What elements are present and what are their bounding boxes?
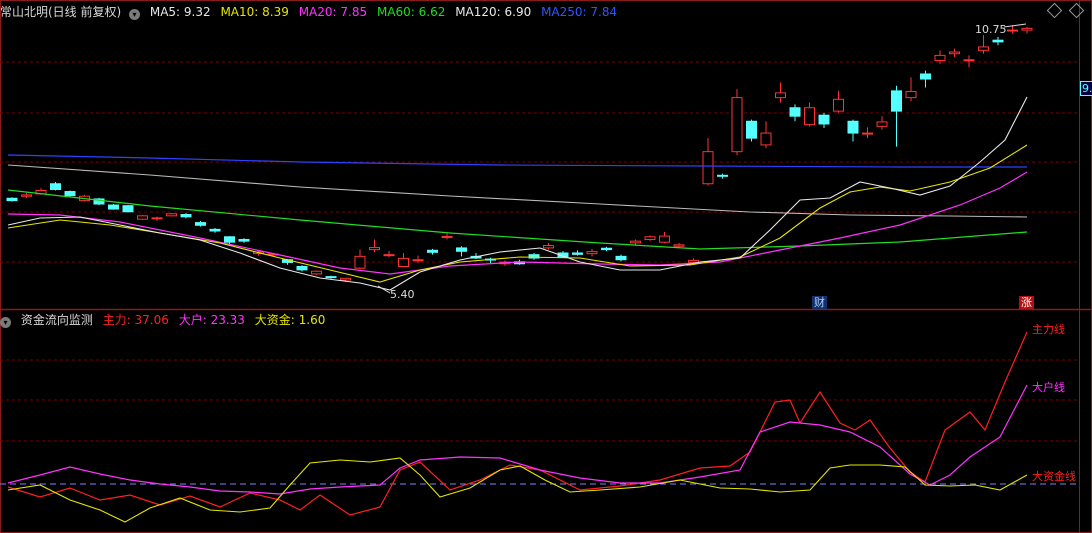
candle-body xyxy=(891,90,902,112)
dazijin-line xyxy=(7,457,1028,523)
ma120-line xyxy=(7,164,1028,218)
high-price-label: 10.75 xyxy=(975,23,1007,36)
candle-body xyxy=(412,259,424,262)
candle-body xyxy=(456,247,467,252)
chart-canvas xyxy=(0,0,1092,533)
ma20-line xyxy=(7,171,1028,275)
candle-body xyxy=(398,257,409,267)
candle-body xyxy=(630,240,641,244)
ma5-label: MA5: 9.32 xyxy=(149,5,211,19)
candle-body xyxy=(934,54,946,61)
candle-body xyxy=(615,255,627,261)
sub-panel-header: ▾ 资金流向监测 主力: 37.06 大户: 23.33 大资金: 1.60 xyxy=(0,312,331,328)
candle-body xyxy=(354,255,366,269)
candle-body xyxy=(50,183,61,190)
candle-body xyxy=(427,249,438,253)
sub-panel-title[interactable]: 资金流向监测 xyxy=(21,313,93,327)
candle-body xyxy=(1007,29,1018,32)
stock-title[interactable]: 常山北明(日线 前复权) xyxy=(0,5,121,19)
candle-body xyxy=(731,97,743,153)
candle-body xyxy=(920,73,931,80)
candle-body xyxy=(6,197,18,202)
ma250-label: MA250: 7.84 xyxy=(541,5,618,19)
candle-body xyxy=(340,277,351,281)
ma60-line xyxy=(7,189,1028,250)
candle-body xyxy=(746,120,757,139)
candle-body xyxy=(209,228,221,232)
candle-body xyxy=(992,39,1004,43)
candle-body xyxy=(789,107,801,117)
candle-body xyxy=(543,245,554,249)
dazijin-value-label: 大资金: 1.60 xyxy=(254,313,326,327)
candle-body xyxy=(296,265,308,271)
candle-body xyxy=(108,204,119,210)
ma10-label: MA10: 8.39 xyxy=(220,5,289,19)
candle-body xyxy=(441,235,453,238)
current-price-tag: 9. xyxy=(1080,81,1092,96)
zhuli-line-label: 主力线 xyxy=(1032,323,1065,336)
candle-body xyxy=(876,121,888,127)
candle-body xyxy=(122,205,134,213)
candle-body xyxy=(166,213,177,217)
chart-frame xyxy=(0,0,1092,533)
ma5-line xyxy=(7,96,1028,291)
candle-body xyxy=(963,59,975,62)
candle-body xyxy=(601,247,612,251)
ma60-label: MA60: 6.62 xyxy=(376,5,446,19)
candle-body xyxy=(383,254,395,257)
rise-event-tag[interactable]: 涨 xyxy=(1019,296,1034,309)
dahu-line-label: 大户线 xyxy=(1032,381,1065,394)
low-price-label: 5.40 xyxy=(390,288,415,301)
candle-body xyxy=(862,132,873,135)
candle-body xyxy=(180,213,192,218)
candle-body xyxy=(238,238,250,242)
candle-body xyxy=(833,98,844,112)
candle-body xyxy=(804,107,815,126)
candle-body xyxy=(369,247,380,251)
candle-body xyxy=(659,235,670,243)
candle-body xyxy=(702,151,714,185)
stock-chart-window: 常山北明(日线 前复权) ▾ MA5: 9.32 MA10: 8.39 MA20… xyxy=(0,0,1092,533)
zhuli-line xyxy=(7,331,1028,516)
dahu-line xyxy=(7,384,1028,495)
candle-body xyxy=(224,236,235,243)
zhuli-value-label: 主力: 37.06 xyxy=(102,313,169,327)
indicator-settings-icon[interactable]: ▾ xyxy=(129,9,141,20)
candle-body xyxy=(847,120,859,134)
candle-body xyxy=(949,51,960,55)
candle-body xyxy=(775,92,786,99)
ma250-line xyxy=(7,154,1027,168)
candle-body xyxy=(717,174,728,177)
candle-body xyxy=(21,194,32,197)
ma20-label: MA20: 7.85 xyxy=(298,5,368,19)
candle-body xyxy=(151,217,163,220)
main-panel-header: 常山北明(日线 前复权) ▾ MA5: 9.32 MA10: 8.39 MA20… xyxy=(0,4,623,20)
candle-body xyxy=(572,252,583,255)
ma120-label: MA120: 6.90 xyxy=(455,5,532,19)
candle-body xyxy=(586,251,598,255)
candle-body xyxy=(311,270,322,275)
candle-body xyxy=(644,236,656,240)
indicator-settings-icon[interactable]: ▾ xyxy=(0,317,11,328)
finance-event-tag[interactable]: 财 xyxy=(812,296,827,309)
candle-body xyxy=(905,91,917,99)
candle-body xyxy=(1021,27,1033,31)
dahu-value-label: 大户: 23.33 xyxy=(178,313,245,327)
candle-body xyxy=(673,244,685,247)
candle-body xyxy=(64,191,76,197)
candle-body xyxy=(760,132,772,146)
candle-body xyxy=(137,215,148,220)
candle-body xyxy=(978,46,989,51)
candle-body xyxy=(325,276,337,279)
candle-body xyxy=(195,222,206,226)
candle-body xyxy=(818,114,830,125)
dazijin-line-label: 大资金线 xyxy=(1032,470,1076,483)
